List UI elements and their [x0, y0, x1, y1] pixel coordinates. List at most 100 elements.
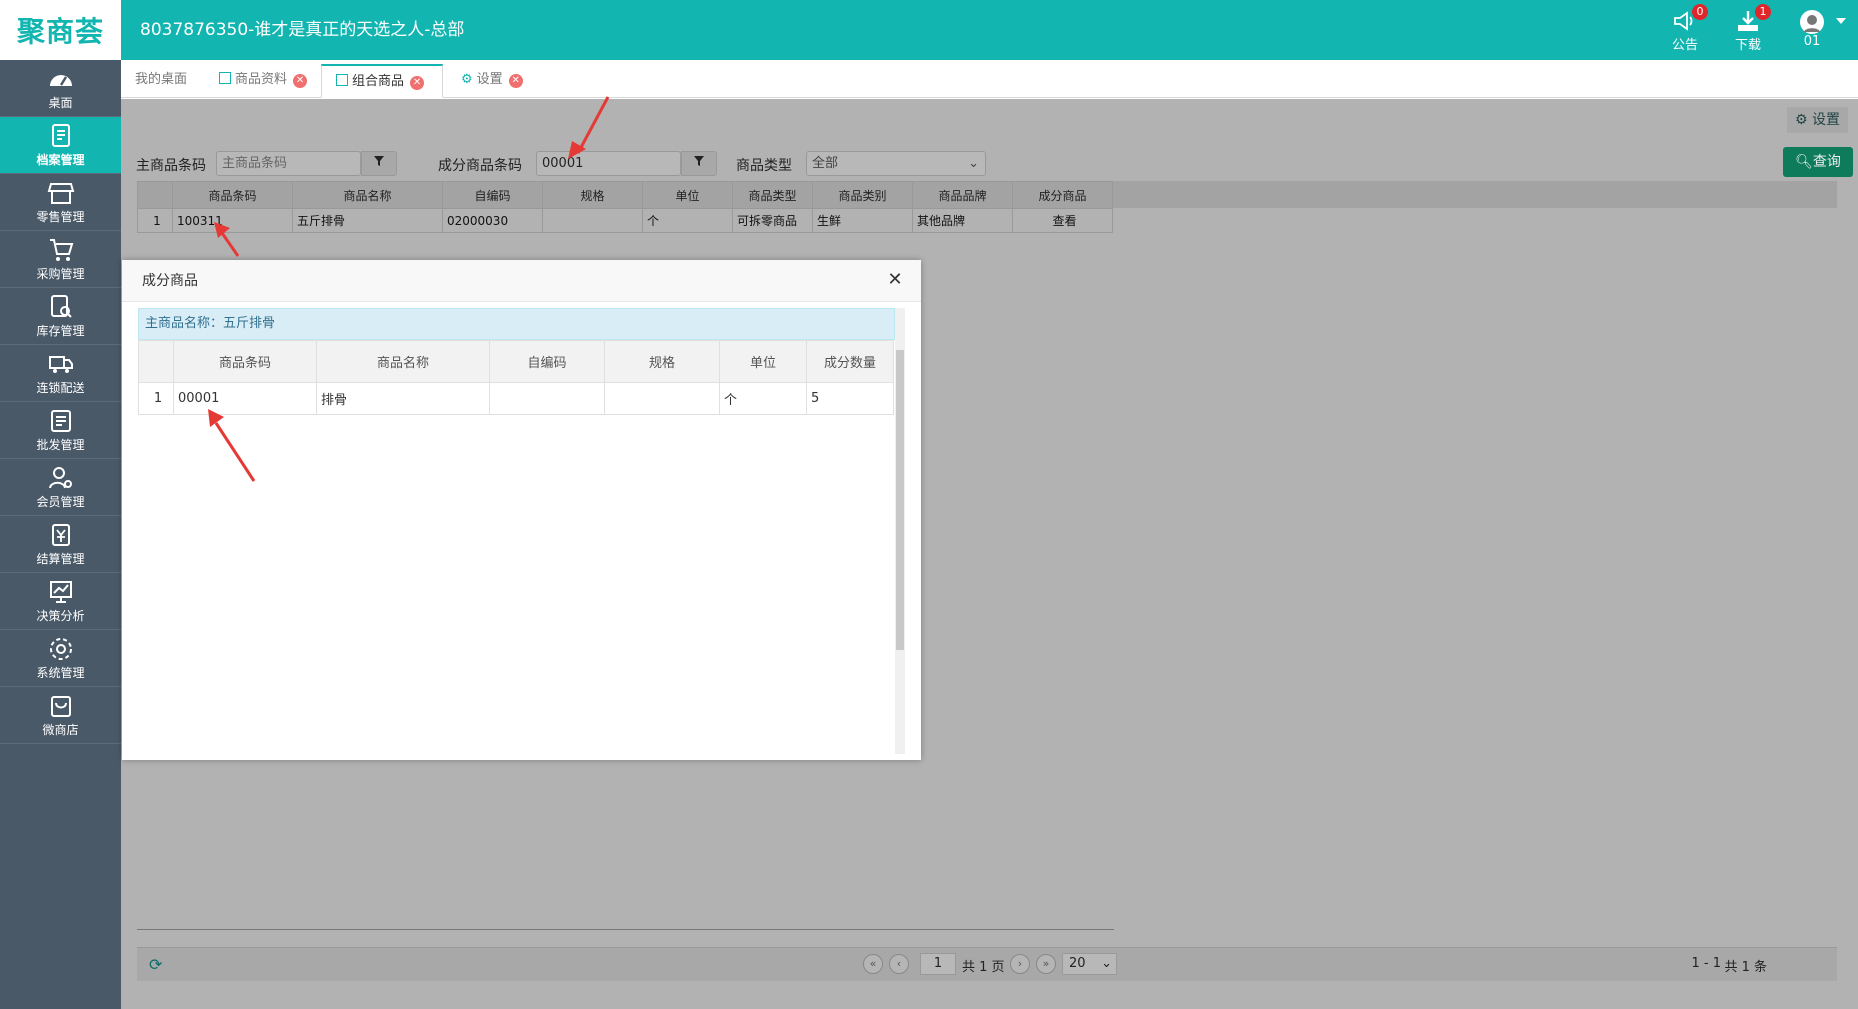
sidebar-item-label: 决策分析 — [36, 609, 85, 623]
component-code-label: 成分商品条码 — [438, 158, 522, 174]
bag-icon — [50, 696, 71, 717]
sidebar-item-analysis[interactable]: 决策分析 — [0, 573, 121, 630]
member-icon — [48, 467, 72, 489]
grid-footer — [137, 929, 1114, 947]
store-icon — [47, 183, 74, 204]
download-button[interactable]: 1 下载 — [1735, 4, 1771, 53]
sidebar-item-archive[interactable]: 档案管理 — [0, 117, 121, 174]
sidebar-item-settlement[interactable]: 结算管理 — [0, 516, 121, 573]
record-range: 1 - 1 — [1691, 956, 1722, 971]
chevron-down-icon: ⌄ — [1101, 956, 1112, 971]
user-menu[interactable]: 01 — [1800, 10, 1824, 49]
component-table: 商品条码 商品名称 自编码 规格 单位 成分数量 1 00001 排骨 个 5 — [138, 340, 894, 415]
first-page-icon[interactable]: « — [863, 954, 883, 974]
sidebar-item-label: 库存管理 — [36, 324, 85, 338]
archive-icon — [51, 124, 70, 147]
last-page-icon[interactable]: » — [1036, 954, 1056, 974]
notice-button[interactable]: 0 公告 — [1672, 4, 1708, 53]
sidebar-item-label: 会员管理 — [36, 495, 85, 509]
settings-button[interactable]: ⚙ 设置 — [1786, 107, 1848, 133]
view-components-link[interactable]: 查看 — [1012, 208, 1113, 233]
search-bar: 主商品条码 主商品条码 成分商品条码 00001 商品类型 全部 ⌄ — [136, 151, 1836, 179]
product-type-label: 商品类型 — [736, 158, 792, 174]
sidebar-item-distribution[interactable]: 连锁配送 — [0, 345, 121, 402]
page-size-select[interactable]: 20 ⌄ — [1062, 953, 1117, 975]
total-pages: 共 1 页 — [962, 960, 1005, 975]
cart-icon — [49, 239, 73, 261]
dialog-header: 成分商品 ✕ — [122, 260, 921, 302]
filter-icon[interactable] — [361, 151, 397, 176]
sidebar-item-label: 微商店 — [42, 723, 79, 737]
sidebar-item-retail[interactable]: 零售管理 — [0, 174, 121, 231]
main-product-caption: 主商品名称：五斤排骨 — [138, 308, 895, 340]
annotation-arrow-icon — [568, 96, 610, 159]
inventory-icon — [50, 295, 72, 318]
chevron-down-icon[interactable] — [1836, 18, 1846, 24]
sidebar-item-label: 系统管理 — [36, 666, 85, 680]
sidebar-item-label: 档案管理 — [36, 153, 85, 167]
sidebar-item-label: 连锁配送 — [36, 381, 85, 395]
chevron-down-icon: ⌄ — [968, 156, 979, 171]
gear-icon: ⚙ — [461, 72, 473, 87]
gear-icon: ⚙ — [1794, 112, 1808, 128]
sidebar-item-label: 桌面 — [48, 96, 73, 110]
notice-label: 公告 — [1672, 38, 1699, 53]
wholesale-icon — [50, 410, 71, 432]
tab-desktop[interactable]: 我的桌面 — [121, 64, 201, 98]
annotation-arrow-icon — [214, 222, 240, 257]
annotation-arrow-icon — [208, 409, 256, 482]
pagination: ⟳ « ‹ 1 共 1 页 › » 20 ⌄ 1 - 1 共 1 条 — [137, 947, 1837, 981]
dialog-title: 成分商品 — [142, 273, 198, 289]
download-label: 下载 — [1735, 38, 1762, 53]
scrollbar-thumb[interactable] — [896, 350, 904, 650]
list-icon — [219, 72, 231, 84]
dashboard-icon — [49, 75, 72, 86]
refresh-icon[interactable]: ⟳ — [149, 955, 162, 974]
sidebar-item-label: 批发管理 — [36, 438, 85, 452]
filter-icon[interactable] — [681, 151, 717, 176]
sidebar-item-inventory[interactable]: 库存管理 — [0, 288, 121, 345]
sidebar: 桌面 档案管理 零售管理 采购管理 库存管理 连锁配送 批发管理 会员管理 结算… — [0, 60, 121, 1009]
tab-combo-product[interactable]: 组合商品 ✕ — [321, 64, 443, 98]
search-icon: 🔍︎ — [1795, 154, 1813, 170]
tab-bar: 我的桌面 商品资料 ✕ 组合商品 ✕ ⚙ 设置 ✕ — [121, 60, 1858, 98]
dialog-body: 主商品名称：五斤排骨 商品条码 商品名称 自编码 规格 单位 成分数量 1 00… — [138, 308, 905, 754]
sidebar-item-purchase[interactable]: 采购管理 — [0, 231, 121, 288]
speaker-icon: 0 — [1672, 4, 1708, 34]
store-title: 8037876350-谁才是真正的天选之人-总部 — [140, 20, 465, 40]
sidebar-item-label: 结算管理 — [36, 552, 85, 566]
table-row[interactable]: 1 100311 五斤排骨 02000030 个 可拆零商品 生鲜 其他品牌 查… — [137, 208, 1113, 233]
close-icon[interactable]: ✕ — [293, 74, 308, 88]
close-icon[interactable]: ✕ — [508, 74, 523, 88]
query-button[interactable]: 🔍︎查询 — [1783, 147, 1853, 177]
main-code-input[interactable]: 主商品条码 — [216, 151, 361, 176]
download-icon: 1 — [1735, 4, 1771, 34]
logo: 聚商荟 — [0, 0, 121, 60]
sidebar-item-member[interactable]: 会员管理 — [0, 459, 121, 516]
sidebar-item-label: 零售管理 — [36, 210, 85, 224]
sidebar-item-microshop[interactable]: 微商店 — [0, 687, 121, 744]
sidebar-item-system[interactable]: 系统管理 — [0, 630, 121, 687]
component-dialog: 成分商品 ✕ 主商品名称：五斤排骨 商品条码 商品名称 自编码 规格 单位 成分… — [122, 260, 921, 760]
avatar — [1800, 10, 1824, 34]
close-icon[interactable]: ✕ — [410, 76, 425, 90]
truck-icon — [48, 356, 73, 373]
user-label: 01 — [1803, 34, 1821, 49]
next-page-icon[interactable]: › — [1010, 954, 1030, 974]
sidebar-item-desktop[interactable]: 桌面 — [0, 60, 121, 117]
main-code-label: 主商品条码 — [136, 158, 206, 174]
chart-icon — [49, 581, 72, 603]
prev-page-icon[interactable]: ‹ — [889, 954, 909, 974]
notice-badge: 0 — [1692, 4, 1708, 20]
logo-text: 聚商荟 — [16, 15, 104, 48]
top-header: 聚商荟 8037876350-谁才是真正的天选之人-总部 0 公告 1 下载 0… — [0, 0, 1858, 60]
product-type-select[interactable]: 全部 ⌄ — [806, 151, 986, 176]
page-number-input[interactable]: 1 — [920, 953, 956, 975]
tab-settings[interactable]: ⚙ 设置 ✕ — [447, 64, 537, 98]
sidebar-item-wholesale[interactable]: 批发管理 — [0, 402, 121, 459]
gear-icon — [49, 638, 72, 660]
tab-product-info[interactable]: 商品资料 ✕ — [205, 64, 317, 98]
sidebar-item-label: 采购管理 — [36, 267, 85, 281]
close-icon[interactable]: ✕ — [883, 268, 907, 292]
dialog-scrollbar[interactable] — [895, 308, 905, 754]
